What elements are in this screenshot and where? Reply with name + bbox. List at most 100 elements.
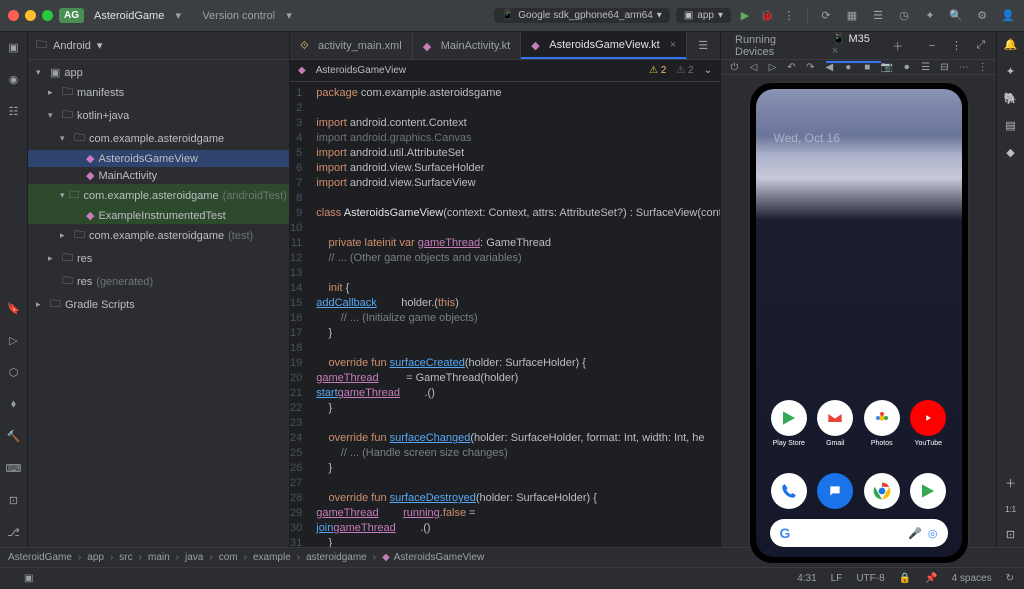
sidebar-title[interactable]: Android (53, 40, 91, 52)
bookmarks-icon[interactable]: 🔖 (5, 299, 23, 317)
chevron-up-down-icon[interactable]: ⌄ (704, 65, 712, 76)
chevron-down-icon[interactable]: ▾ (281, 8, 297, 24)
tab-emulator[interactable]: 📱 M35 × (826, 28, 881, 63)
gradle-icon[interactable]: 🐘 (1004, 92, 1018, 105)
run-button[interactable]: ▶ (737, 8, 753, 24)
mic-icon[interactable]: 🎤 (908, 527, 922, 540)
run-tool-icon[interactable]: ▷ (5, 331, 23, 349)
tree-file-instrumented[interactable]: ◆ ExampleInstrumentedTest (28, 207, 289, 224)
app-chrome[interactable] (864, 473, 900, 509)
tree-manifests[interactable]: ▸🗀 manifests (28, 81, 289, 104)
close-tab-icon[interactable]: × (670, 39, 676, 51)
weak-warnings-badge[interactable]: ⚠ 2 (676, 65, 693, 76)
tree-app[interactable]: ▾▣ app (28, 64, 289, 81)
tree-pkg-test[interactable]: ▸🗀 com.example.asteroidgame (test) (28, 224, 289, 247)
services-icon[interactable]: ⬡ (5, 363, 23, 381)
tab-running-devices[interactable]: Running Devices (729, 30, 816, 62)
app-youtube[interactable]: YouTube (910, 400, 946, 447)
app-gmail[interactable]: Gmail (817, 400, 853, 447)
settings-icon[interactable]: ⚙ (974, 8, 990, 24)
status-indicator-icon[interactable]: ▣ (24, 573, 33, 584)
tree-file-mainactivity[interactable]: ◆ MainActivity (28, 167, 289, 184)
tree-pkg-androidtest[interactable]: ▾🗀 com.example.asteroidgame (androidTest… (28, 184, 289, 207)
anchor-icon[interactable]: 📌 (925, 573, 937, 584)
bc-7[interactable]: asteroidgame (306, 552, 367, 563)
reader-mode-icon[interactable]: ☰ (695, 38, 711, 54)
debug-button[interactable]: 🐞 (759, 8, 775, 24)
bc-5[interactable]: com (219, 552, 238, 563)
add-device-icon[interactable]: ＋ (891, 38, 905, 54)
readonly-icon[interactable]: 🔒 (899, 573, 911, 584)
account-icon[interactable]: 👤 (1000, 8, 1016, 24)
rotate-right-icon[interactable]: ↷ (805, 60, 816, 74)
tree-gradle[interactable]: ▸🗀 Gradle Scripts (28, 293, 289, 316)
record-icon[interactable]: ⏺ (901, 60, 912, 74)
bc-6[interactable]: example (253, 552, 291, 563)
chevron-down-icon[interactable]: ▾ (97, 39, 103, 52)
gemini-icon[interactable]: ✦ (1006, 65, 1015, 78)
more-emulator-icon[interactable]: ⋯ (958, 60, 969, 74)
volume-down-icon[interactable]: ▷ (767, 60, 778, 74)
tree-kotlin[interactable]: ▾🗀 kotlin+java (28, 104, 289, 127)
app-playstore[interactable]: Play Store (771, 400, 807, 447)
kebab-icon[interactable]: ⋮ (977, 60, 988, 74)
warnings-badge[interactable]: ⚠ 2 (649, 65, 666, 76)
encoding[interactable]: UTF-8 (856, 573, 884, 584)
bc-4[interactable]: java (185, 552, 203, 563)
lens-icon[interactable]: ◎ (928, 527, 938, 540)
debug-tool-icon[interactable]: ⬧ (5, 395, 23, 413)
tab-activity-xml[interactable]: ⟐activity_main.xml (290, 32, 413, 59)
search-icon[interactable]: 🔍 (948, 8, 964, 24)
fold-icon[interactable]: ⊟ (939, 60, 950, 74)
screenshot-icon[interactable]: 📷 (881, 60, 893, 74)
tree-res-gen[interactable]: 🗀 res (generated) (28, 270, 289, 293)
problems-tool-icon[interactable]: ⊡ (5, 491, 23, 509)
volume-up-icon[interactable]: ◁ (748, 60, 759, 74)
bc-0[interactable]: AsteroidGame (8, 552, 72, 563)
indent[interactable]: 4 spaces (952, 573, 992, 584)
project-name[interactable]: AsteroidGame (94, 10, 164, 22)
fit-icon[interactable]: ⊡ (1006, 528, 1015, 541)
app-playstore-2[interactable] (910, 473, 946, 509)
device-manager-icon[interactable]: ▤ (1005, 119, 1015, 132)
sdk-icon[interactable]: ☰ (870, 8, 886, 24)
google-search-bar[interactable]: G 🎤 ◎ (770, 519, 948, 547)
caret-pos[interactable]: 4:31 (797, 573, 816, 584)
tree-file-gameview[interactable]: ◆ AsteroidsGameView (28, 150, 289, 167)
line-sep[interactable]: LF (831, 573, 843, 584)
app-messages[interactable] (817, 473, 853, 509)
more-run-icon[interactable]: ⋮ (781, 8, 797, 24)
home-icon[interactable]: ● (843, 60, 854, 74)
device-selector[interactable]: 📱 Google sdk_gphone64_arm64 ▾ (494, 8, 670, 23)
overview-icon[interactable]: ■ (862, 60, 873, 74)
emulator-screen[interactable]: Wed, Oct 16 Play Store Gmail Photos YouT… (721, 75, 996, 571)
structure-tool-icon[interactable]: ☷ (5, 102, 23, 120)
resource-icon[interactable]: ◆ (1006, 146, 1014, 159)
profiler-icon[interactable]: ◷ (896, 8, 912, 24)
power-icon[interactable]: ⏻ (729, 60, 740, 74)
zoom-in-icon[interactable]: ＋ (1005, 475, 1016, 491)
sync-icon[interactable]: ⟳ (818, 8, 834, 24)
ai-icon[interactable]: ✦ (922, 8, 938, 24)
maximize-window[interactable] (42, 10, 53, 21)
app-photos[interactable]: Photos (864, 400, 900, 447)
build-tool-icon[interactable]: 🔨 (5, 427, 23, 445)
terminal-tool-icon[interactable]: ⌨ (5, 459, 23, 477)
notifications-icon[interactable]: 🔔 (1004, 38, 1018, 51)
close-panel-icon[interactable]: ⤢ (974, 38, 988, 54)
rotate-left-icon[interactable]: ↶ (786, 60, 797, 74)
ratio-icon[interactable]: 1:1 (1005, 505, 1016, 514)
avd-icon[interactable]: ▦ (844, 8, 860, 24)
memory-icon[interactable]: ↻ (1006, 573, 1014, 584)
tree-res[interactable]: ▸🗀 res (28, 247, 289, 270)
bc-8[interactable]: AsteroidsGameView (394, 552, 484, 563)
close-window[interactable] (8, 10, 19, 21)
app-phone[interactable] (771, 473, 807, 509)
vcs-tool-icon[interactable]: ⎇ (5, 523, 23, 541)
bc-3[interactable]: main (148, 552, 170, 563)
tree-pkg-main[interactable]: ▾🗀 com.example.asteroidgame (28, 127, 289, 150)
commit-tool-icon[interactable]: ◉ (5, 70, 23, 88)
bc-2[interactable]: src (119, 552, 132, 563)
class-hint[interactable]: AsteroidsGameView (316, 65, 406, 76)
settings-emulator-icon[interactable]: ☰ (920, 60, 931, 74)
